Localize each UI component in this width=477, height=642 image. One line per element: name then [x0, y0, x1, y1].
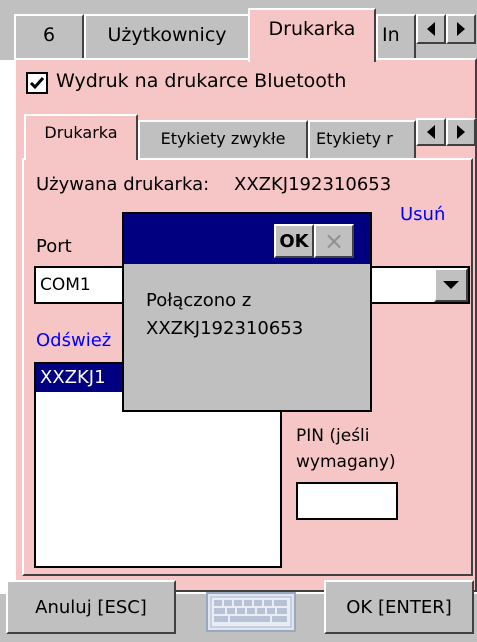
tab-printer[interactable]: Drukarka [248, 8, 376, 62]
ok-button[interactable]: OK [ENTER] [324, 580, 474, 634]
device-list-item-label: XXZKJ1 [40, 367, 106, 388]
dialog-message-line2: XXZKJ192310653 [146, 318, 304, 339]
cancel-button-label: Anuluj [ESC] [35, 596, 147, 618]
bluetooth-checkbox-label: Wydruk na drukarce Bluetooth [56, 70, 347, 92]
tab-6[interactable]: 6 [14, 14, 84, 60]
tab-label: Etykiety zwykłe [160, 129, 286, 148]
tab-label: Drukarka [268, 18, 356, 40]
check-icon [29, 77, 45, 90]
tab-in[interactable]: In [376, 14, 416, 60]
pin-input[interactable] [296, 482, 398, 520]
arrow-left-icon [427, 22, 435, 36]
chevron-down-icon [443, 281, 459, 289]
pin-label-line2: wymagany) [296, 452, 396, 472]
keyboard-keys-icon [210, 596, 292, 628]
arrow-left-icon [427, 125, 435, 139]
tab-scroll-left-button[interactable] [416, 14, 446, 44]
dialog-ok-button[interactable]: OK [274, 224, 314, 258]
connection-dialog: OK × Połączono z XXZKJ192310653 [122, 212, 372, 412]
port-dropdown-button[interactable] [434, 268, 468, 302]
pin-label-line1: PIN (jeśli [296, 426, 370, 446]
port-select-value: COM1 [40, 275, 91, 295]
dialog-message-line1: Połączono z [146, 290, 252, 311]
keyboard-icon[interactable] [206, 592, 296, 632]
arrow-right-icon [457, 22, 465, 36]
tab-scroll-right-button[interactable] [446, 14, 476, 44]
remove-link[interactable]: Usuń [400, 204, 445, 225]
ok-button-label: OK [ENTER] [346, 596, 452, 618]
used-printer-label: Używana drukarka: [36, 174, 210, 195]
tab-label: Drukarka [44, 123, 118, 142]
tab-label: Użytkownicy [107, 24, 227, 46]
dialog-ok-label: OK [279, 230, 309, 252]
used-printer-value: XXZKJ192310653 [234, 174, 392, 195]
tab-users[interactable]: Użytkownicy [84, 14, 250, 60]
tab-label: In [382, 24, 400, 46]
bluetooth-checkbox[interactable] [26, 72, 48, 94]
refresh-link[interactable]: Odśwież [36, 330, 111, 351]
cancel-button[interactable]: Anuluj [ESC] [6, 580, 176, 634]
port-label: Port [36, 236, 72, 257]
subtab-scroll-left-button[interactable] [416, 118, 446, 146]
subtab-labels-normal[interactable]: Etykiety zwykłe [138, 120, 308, 160]
close-icon: × [323, 227, 345, 255]
subtab-scroll-right-button[interactable] [446, 118, 476, 146]
dialog-close-button[interactable]: × [314, 224, 354, 258]
tab-label: 6 [42, 24, 56, 46]
subtab-labels-r[interactable]: Etykiety r [308, 120, 416, 160]
arrow-right-icon [457, 125, 465, 139]
tab-label: Etykiety r [316, 129, 393, 148]
subtab-printer[interactable]: Drukarka [24, 114, 138, 160]
